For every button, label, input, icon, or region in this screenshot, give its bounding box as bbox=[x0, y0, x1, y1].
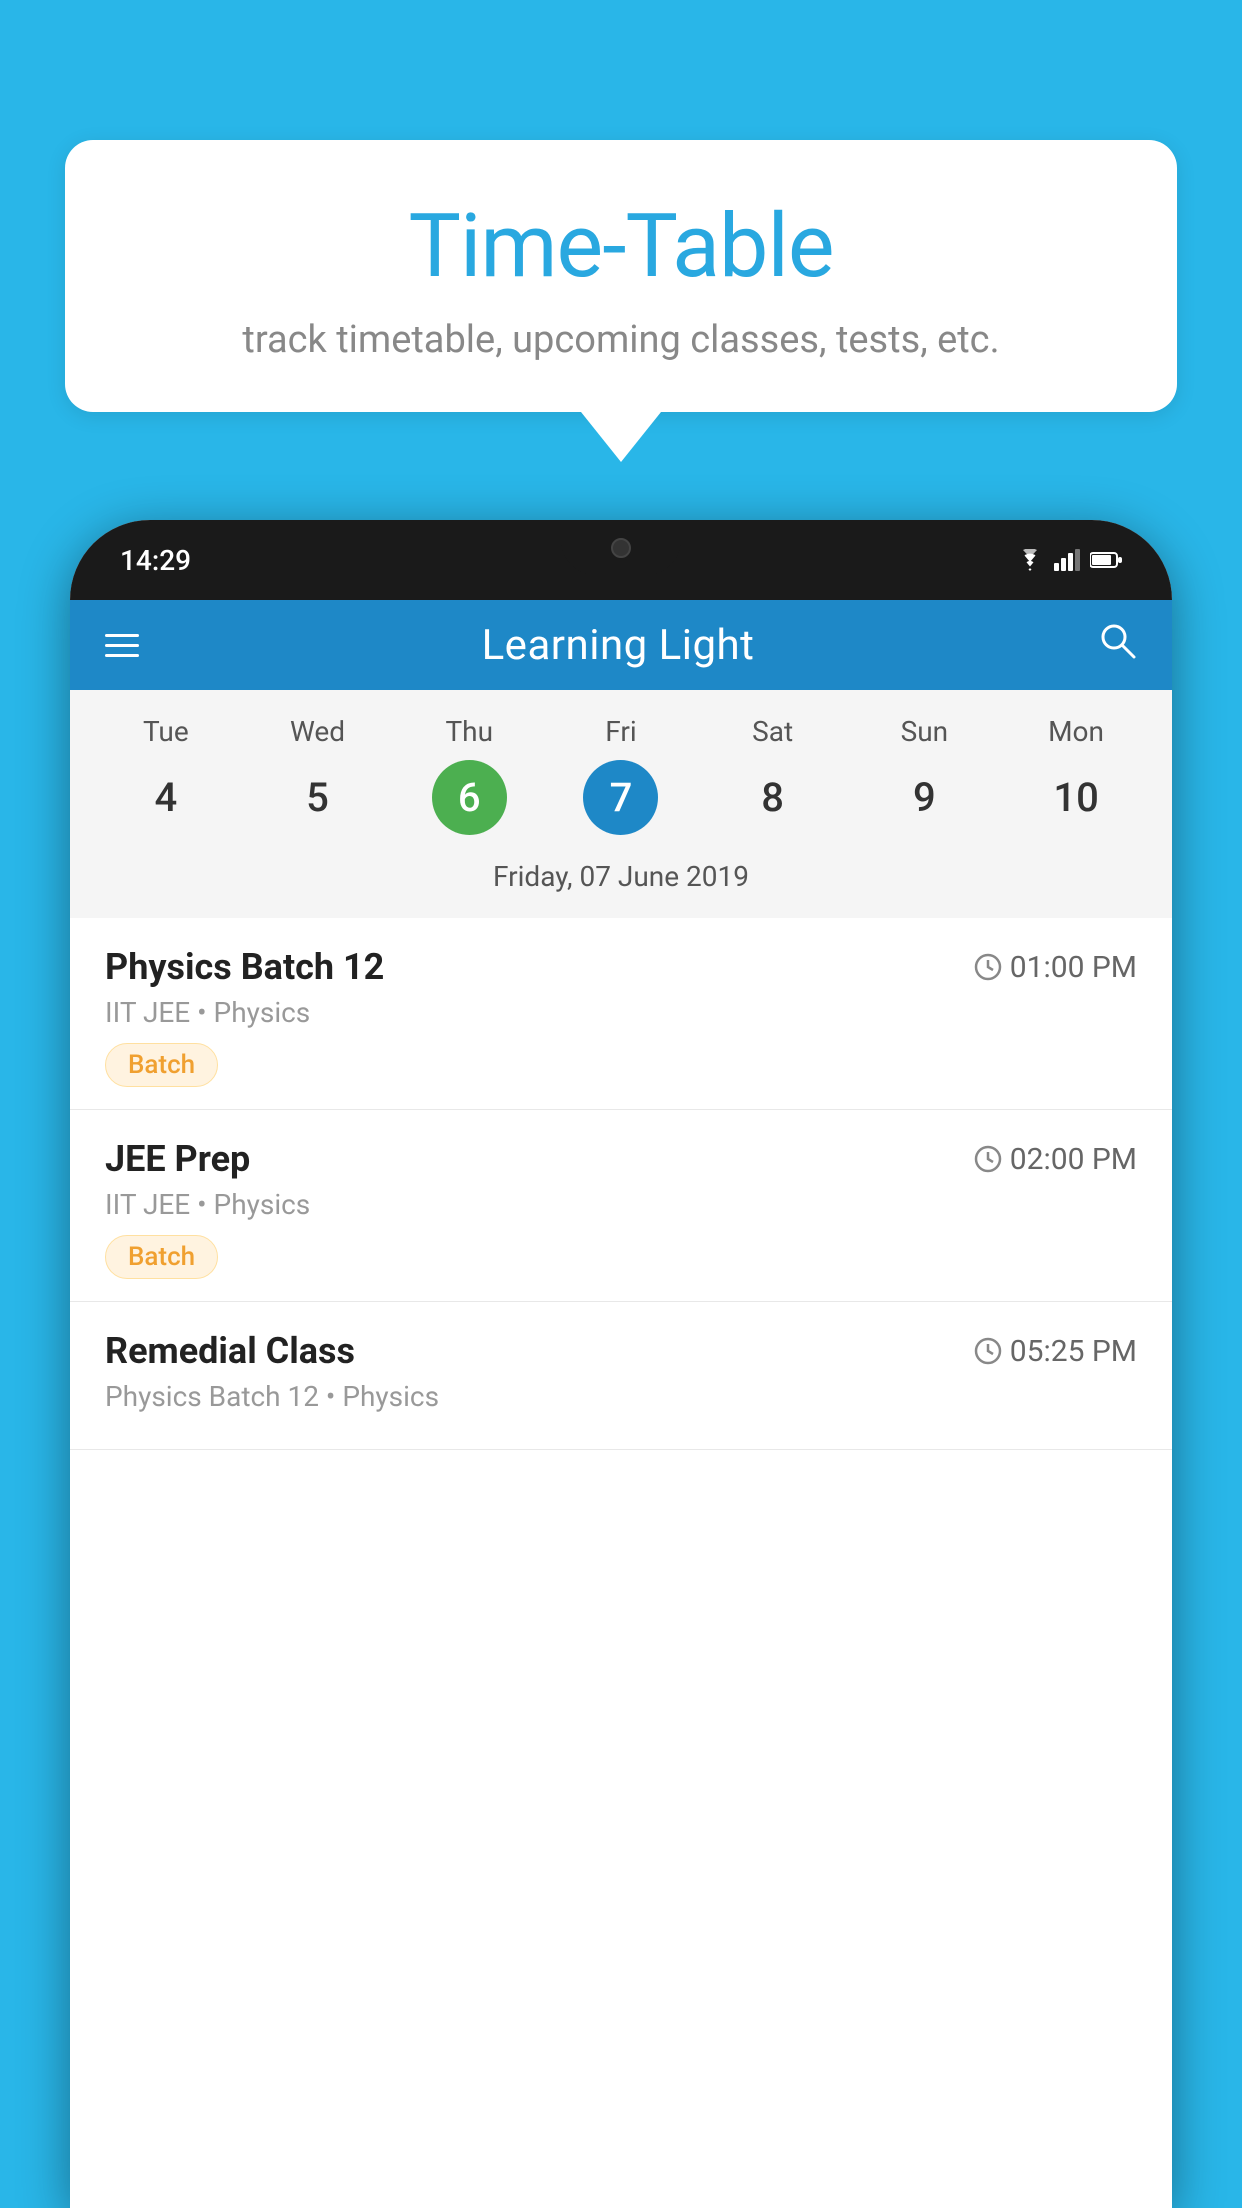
selected-date-label: Friday, 07 June 2019 bbox=[90, 850, 1152, 908]
day-thu[interactable]: Thu 6 bbox=[409, 715, 529, 835]
phone-notch bbox=[561, 520, 681, 575]
signal-icon bbox=[1054, 549, 1080, 571]
status-icons bbox=[1016, 549, 1122, 571]
schedule-title-3: Remedial Class bbox=[105, 1330, 355, 1372]
speech-bubble-title: Time-Table bbox=[125, 195, 1117, 298]
day-label-tue: Tue bbox=[143, 715, 189, 748]
day-tue[interactable]: Tue 4 bbox=[106, 715, 226, 835]
wifi-icon bbox=[1016, 549, 1044, 571]
camera bbox=[611, 538, 631, 558]
phone-frame: 14:29 bbox=[70, 520, 1172, 2208]
schedule-time-3: 05:25 PM bbox=[974, 1334, 1137, 1369]
clock-icon-1 bbox=[974, 953, 1002, 981]
app-title: Learning Light bbox=[482, 621, 755, 670]
schedule-time-1: 01:00 PM bbox=[974, 950, 1137, 985]
schedule-title-1: Physics Batch 12 bbox=[105, 946, 384, 988]
schedule-item-header-2: JEE Prep 02:00 PM bbox=[105, 1138, 1137, 1180]
clock-icon-2 bbox=[974, 1145, 1002, 1173]
schedule-subtitle-2: IIT JEE • Physics bbox=[105, 1188, 1137, 1221]
speech-bubble-arrow bbox=[581, 412, 661, 462]
schedule-item-3[interactable]: Remedial Class 05:25 PM Physics Batch 12… bbox=[70, 1302, 1172, 1450]
schedule-subtitle-1: IIT JEE • Physics bbox=[105, 996, 1137, 1029]
battery-icon bbox=[1090, 551, 1122, 569]
schedule-subtitle-3: Physics Batch 12 • Physics bbox=[105, 1380, 1137, 1413]
schedule-item-header-3: Remedial Class 05:25 PM bbox=[105, 1330, 1137, 1372]
day-number-thu: 6 bbox=[432, 760, 507, 835]
day-number-sun: 9 bbox=[887, 760, 962, 835]
day-mon[interactable]: Mon 10 bbox=[1016, 715, 1136, 835]
search-button[interactable] bbox=[1097, 620, 1137, 670]
day-wed[interactable]: Wed 5 bbox=[258, 715, 378, 835]
status-time: 14:29 bbox=[120, 544, 191, 577]
hamburger-menu-icon[interactable] bbox=[105, 634, 139, 657]
speech-bubble-container: Time-Table track timetable, upcoming cla… bbox=[65, 140, 1177, 462]
day-label-fri: Fri bbox=[605, 715, 636, 748]
schedule-title-2: JEE Prep bbox=[105, 1138, 250, 1180]
day-number-wed: 5 bbox=[280, 760, 355, 835]
schedule-list: Physics Batch 12 01:00 PM IIT JEE • Phys… bbox=[70, 918, 1172, 1450]
phone-inner: 14:29 bbox=[70, 520, 1172, 2208]
day-sun[interactable]: Sun 9 bbox=[864, 715, 984, 835]
phone-content: 14:29 bbox=[70, 520, 1172, 2208]
batch-tag-1: Batch bbox=[105, 1043, 218, 1087]
schedule-item-2[interactable]: JEE Prep 02:00 PM IIT JEE • Physics Batc… bbox=[70, 1110, 1172, 1302]
schedule-time-2: 02:00 PM bbox=[974, 1142, 1137, 1177]
day-label-sun: Sun bbox=[901, 715, 949, 748]
day-number-fri: 7 bbox=[583, 760, 658, 835]
speech-bubble: Time-Table track timetable, upcoming cla… bbox=[65, 140, 1177, 412]
schedule-item-1[interactable]: Physics Batch 12 01:00 PM IIT JEE • Phys… bbox=[70, 918, 1172, 1110]
day-sat[interactable]: Sat 8 bbox=[713, 715, 833, 835]
app-header: Learning Light bbox=[70, 600, 1172, 690]
speech-bubble-subtitle: track timetable, upcoming classes, tests… bbox=[125, 318, 1117, 362]
day-number-mon: 10 bbox=[1039, 760, 1114, 835]
day-number-sat: 8 bbox=[735, 760, 810, 835]
day-fri[interactable]: Fri 7 bbox=[561, 715, 681, 835]
clock-icon-3 bbox=[974, 1337, 1002, 1365]
days-row: Tue 4 Wed 5 Thu 6 Fri 7 bbox=[90, 715, 1152, 835]
day-label-sat: Sat bbox=[752, 715, 793, 748]
status-bar: 14:29 bbox=[70, 520, 1172, 600]
calendar-strip: Tue 4 Wed 5 Thu 6 Fri 7 bbox=[70, 690, 1172, 918]
day-number-tue: 4 bbox=[128, 760, 203, 835]
day-label-mon: Mon bbox=[1048, 715, 1104, 748]
batch-tag-2: Batch bbox=[105, 1235, 218, 1279]
schedule-item-header-1: Physics Batch 12 01:00 PM bbox=[105, 946, 1137, 988]
day-label-wed: Wed bbox=[290, 715, 345, 748]
day-label-thu: Thu bbox=[445, 715, 493, 748]
